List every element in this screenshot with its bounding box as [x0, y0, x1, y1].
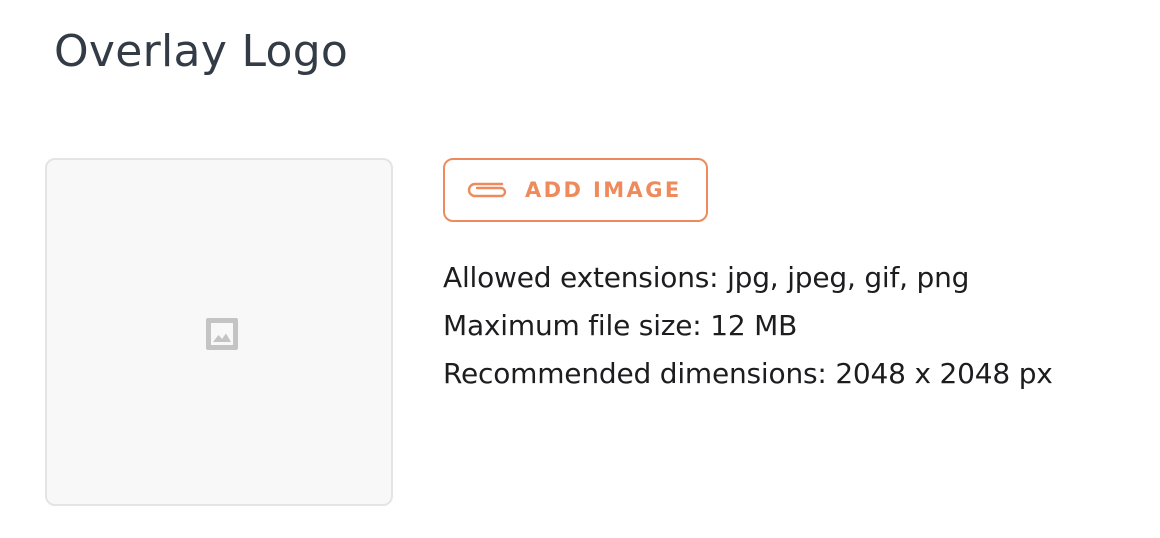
paperclip-icon	[467, 182, 507, 198]
allowed-extensions-text: Allowed extensions: jpg, jpeg, gif, png	[443, 261, 970, 294]
add-image-label: ADD IMAGE	[525, 178, 682, 202]
section-title: Overlay Logo	[54, 26, 349, 77]
recommended-dimensions-text: Recommended dimensions: 2048 x 2048 px	[443, 357, 1053, 390]
image-placeholder-icon	[206, 318, 238, 350]
logo-preview[interactable]	[45, 158, 393, 506]
add-image-button[interactable]: ADD IMAGE	[443, 158, 708, 222]
max-file-size-text: Maximum file size: 12 MB	[443, 309, 798, 342]
upload-requirements: Allowed extensions: jpg, jpeg, gif, png …	[443, 254, 1053, 398]
